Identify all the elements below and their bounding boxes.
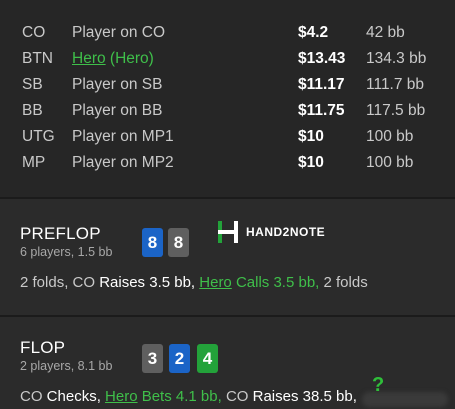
player-stack: $11.75	[298, 102, 345, 119]
player-stack: $11.17	[298, 76, 345, 93]
hand2note-logo: HAND2NOTE	[216, 220, 325, 246]
hero-link[interactable]: Hero	[72, 50, 106, 67]
player-stack-bb: 100 bb	[366, 154, 414, 171]
action-raise: Raises 38.5 bb,	[252, 388, 357, 405]
player-stack-bb: 117.5 bb	[366, 102, 426, 119]
street-title: FLOP	[20, 338, 66, 357]
player-stack: $10	[298, 154, 324, 171]
hole-card: 8	[142, 228, 163, 257]
h2n-logo-icon	[218, 221, 238, 243]
players-table: CO Player on CO $4.2 42 bb BTN Hero (Her…	[0, 0, 455, 197]
hero-link[interactable]: Hero	[199, 274, 232, 291]
player-row-mp: MP Player on MP2 $10 100 bb	[0, 150, 455, 176]
street-title: PREFLOP	[20, 224, 101, 243]
board-card: 2	[169, 344, 190, 373]
player-stack-bb: 111.7 bb	[366, 76, 425, 93]
action-text: 2 folds, CO	[20, 274, 100, 291]
player-name[interactable]: Player on BB	[72, 98, 162, 124]
board-card: 4	[197, 344, 218, 373]
player-stack-bb: 100 bb	[366, 128, 414, 145]
action-text: CO	[221, 388, 253, 405]
unknown-card-marker: ?	[372, 374, 385, 396]
hole-card: 8	[168, 228, 189, 257]
player-name[interactable]: Player on SB	[72, 72, 162, 98]
player-position: BB	[22, 102, 43, 119]
player-row-sb: SB Player on SB $11.17 111.7 bb	[0, 72, 455, 98]
player-position: MP	[22, 154, 46, 171]
logo-text: HAND2NOTE	[246, 225, 326, 239]
player-position: CO	[22, 24, 46, 41]
action-text: CO	[20, 388, 47, 405]
player-name[interactable]: Player on MP1	[72, 124, 174, 150]
player-row-btn: BTN Hero (Hero) $13.43 134.3 bb	[0, 46, 455, 72]
player-name[interactable]: Player on CO	[72, 20, 165, 46]
player-row-utg: UTG Player on MP1 $10 100 bb	[0, 124, 455, 150]
action-check: Checks,	[46, 388, 101, 405]
player-position: BTN	[22, 50, 53, 67]
preflop-section: PREFLOP 6 players, 1.5 bb 8 8 2 folds, C…	[0, 199, 455, 315]
flop-action-line: CO Checks, Hero Bets 4.1 bb, CO Raises 3…	[20, 388, 357, 405]
action-call: Calls 3.5 bb,	[231, 274, 320, 291]
street-subtitle: 6 players, 1.5 bb	[20, 245, 113, 259]
hero-tag: (Hero)	[105, 50, 154, 67]
player-position: SB	[22, 76, 43, 93]
player-position: UTG	[22, 128, 55, 145]
player-stack-bb: 42 bb	[366, 24, 405, 41]
preflop-action-line: 2 folds, CO Raises 3.5 bb, Hero Calls 3.…	[20, 274, 368, 291]
player-row-co: CO Player on CO $4.2 42 bb	[0, 20, 455, 46]
player-row-bb: BB Player on BB $11.75 117.5 bb	[0, 98, 455, 124]
board-card: 3	[142, 344, 163, 373]
player-name-hero: Hero (Hero)	[72, 46, 154, 72]
player-stack: $13.43	[298, 50, 346, 67]
action-raise: Raises 3.5 bb,	[99, 274, 196, 291]
player-name[interactable]: Player on MP2	[72, 150, 174, 176]
action-bet: Bets 4.1 bb,	[137, 388, 222, 405]
action-text: 2 folds	[319, 274, 368, 291]
player-stack: $10	[298, 128, 324, 145]
player-stack-bb: 134.3 bb	[366, 50, 427, 67]
player-stack: $4.2	[298, 24, 329, 41]
hero-link[interactable]: Hero	[105, 388, 138, 405]
street-subtitle: 2 players, 8.1 bb	[20, 359, 113, 373]
